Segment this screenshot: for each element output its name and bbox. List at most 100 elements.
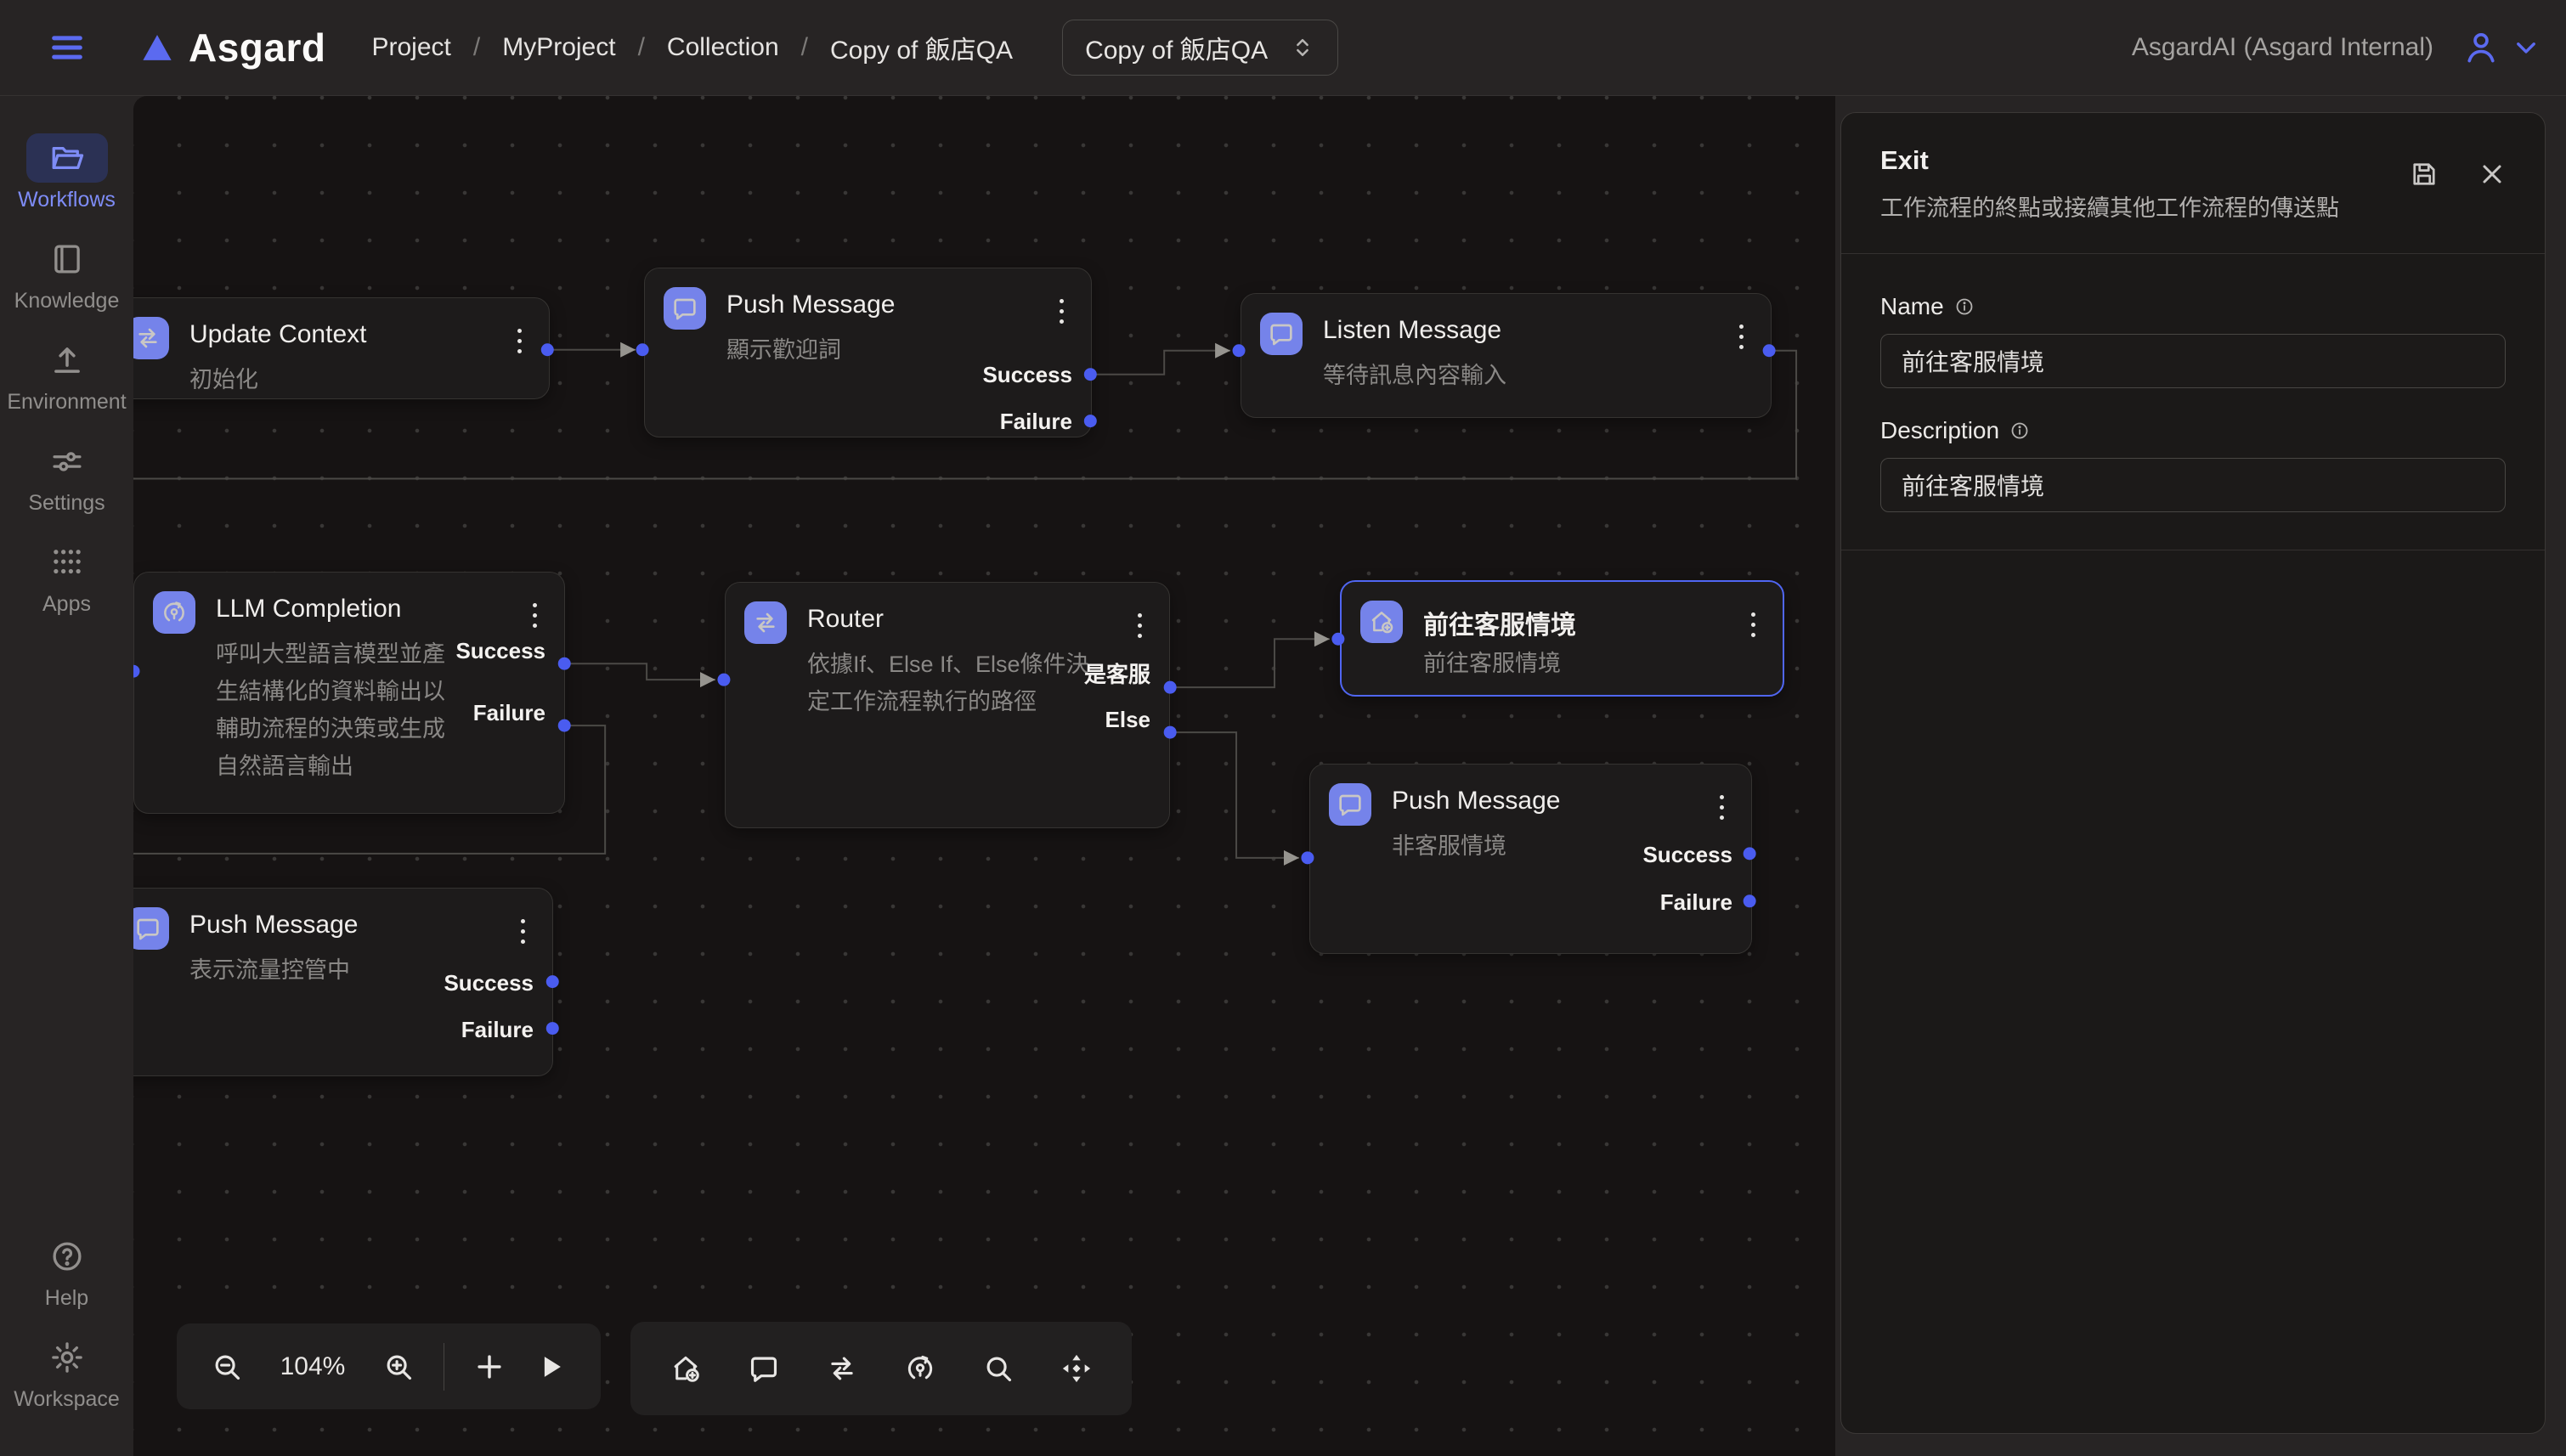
zoom-in-button[interactable]	[382, 1351, 415, 1383]
workflow-edge	[564, 663, 715, 680]
node-description: 顯示歡迎詞	[726, 331, 841, 369]
account-area: AsgardAI (Asgard Internal)	[2132, 29, 2541, 66]
kebab-menu-icon[interactable]	[514, 325, 525, 357]
description-field-group: Description	[1880, 417, 2506, 512]
zoom-level: 104%	[272, 1352, 353, 1381]
description-field-label: Description	[1880, 417, 1999, 444]
exit-icon	[670, 1352, 702, 1385]
breadcrumb-separator: /	[801, 33, 808, 62]
exit-icon	[1368, 608, 1395, 635]
edge-arrowhead	[1215, 343, 1230, 358]
info-icon[interactable]	[2009, 420, 2030, 441]
sidebar-item-workflows[interactable]: Workflows	[0, 133, 133, 212]
add-node-exit-button[interactable]	[670, 1352, 702, 1385]
sliders-icon	[49, 443, 85, 479]
save-icon[interactable]	[2409, 159, 2439, 189]
sidebar-item-knowledge[interactable]: Knowledge	[0, 234, 133, 313]
workflow-node-listen-message[interactable]: Listen Message 等待訊息內容輸入	[1241, 293, 1772, 418]
workflow-node-exit-to-service[interactable]: 前往客服情境 前往客服情境	[1340, 580, 1784, 697]
account-chevron-down-icon[interactable]	[2512, 33, 2541, 62]
panel-subtitle: 工作流程的終點或接續其他工作流程的傳送點	[1880, 189, 2339, 223]
node-title: Push Message	[1392, 787, 1560, 815]
zoom-out-icon	[211, 1351, 243, 1383]
workflow-edge	[1090, 351, 1230, 375]
workflow-node-push-message-throttle[interactable]: Push Message 表示流量控管中 SuccessFailure	[133, 888, 553, 1076]
add-node-message-button[interactable]	[748, 1352, 780, 1385]
gear-icon	[49, 1340, 85, 1375]
sidebar-item-settings[interactable]: Settings	[0, 437, 133, 516]
add-node-search-button[interactable]	[982, 1352, 1015, 1385]
transfer-icon	[826, 1352, 858, 1385]
sidebar-item-help[interactable]: Help	[0, 1232, 133, 1311]
panel-body: Name Description	[1841, 254, 2545, 550]
breadcrumb-separator: /	[473, 33, 480, 62]
kebab-menu-icon[interactable]	[1748, 609, 1759, 641]
add-node-transfer-button[interactable]	[826, 1352, 858, 1385]
sidebar-nav: Workflows Knowledge Environment Settings…	[0, 96, 133, 639]
edge-arrowhead	[700, 672, 715, 687]
node-icon-pill	[1260, 313, 1303, 355]
node-config-panel: Exit 工作流程的終點或接續其他工作流程的傳送點 Name Descripti…	[1840, 112, 2546, 1434]
name-input[interactable]	[1880, 334, 2506, 388]
output-port-label: Success	[444, 969, 534, 996]
close-icon[interactable]	[2477, 159, 2507, 189]
node-icon-pill	[133, 317, 169, 359]
zoom-out-button[interactable]	[211, 1351, 243, 1383]
llm-icon	[904, 1352, 936, 1385]
zoom-toolbar: 104%	[177, 1323, 601, 1409]
plus-icon	[473, 1351, 506, 1383]
breadcrumb-item[interactable]: MyProject	[502, 33, 615, 62]
sidebar-item-apps[interactable]: Apps	[0, 538, 133, 617]
workflow-node-update-context[interactable]: Update Context 初始化	[133, 297, 550, 399]
kebab-menu-icon[interactable]	[1736, 321, 1747, 353]
message-icon	[748, 1352, 780, 1385]
sidebar-item-workspace[interactable]: Workspace	[0, 1333, 133, 1412]
add-node-llm-button[interactable]	[904, 1352, 936, 1385]
book-icon	[49, 241, 85, 277]
workflow-canvas[interactable]: Update Context 初始化 Push Message 顯示歡迎詞 Su…	[133, 96, 1835, 1456]
kebab-menu-icon[interactable]	[529, 600, 540, 631]
sidebar-item-label: Environment	[7, 390, 126, 415]
node-toolbar	[630, 1322, 1132, 1415]
run-workflow-button[interactable]	[534, 1351, 567, 1383]
node-description: 表示流量控管中	[189, 951, 350, 989]
user-avatar-icon[interactable]	[2462, 29, 2500, 66]
breadcrumb-item[interactable]: Collection	[667, 33, 779, 62]
breadcrumb-item[interactable]: Copy of 飯店QA	[830, 29, 1013, 66]
output-port-label: Success	[982, 361, 1072, 388]
edge-arrowhead	[1314, 631, 1330, 646]
workflow-node-llm-completion[interactable]: LLM Completion 呼叫大型語言模型並產生結構化的資料輸出以輔助流程的…	[133, 572, 565, 814]
kebab-menu-icon[interactable]	[1716, 792, 1727, 823]
node-icon-pill	[744, 601, 787, 644]
add-node-move-button[interactable]	[1060, 1352, 1093, 1385]
workflow-node-router[interactable]: Router 依據If、Else If、Else條件決定工作流程執行的路徑 是客…	[725, 582, 1170, 828]
workflow-node-push-message-welcome[interactable]: Push Message 顯示歡迎詞 SuccessFailure	[644, 268, 1092, 437]
workflow-selector-dropdown[interactable]: Copy of 飯店QA	[1062, 20, 1338, 76]
kebab-menu-icon[interactable]	[1134, 610, 1145, 641]
node-title: LLM Completion	[216, 595, 401, 624]
add-button[interactable]	[473, 1351, 506, 1383]
description-input[interactable]	[1880, 458, 2506, 512]
breadcrumb-item[interactable]: Project	[371, 33, 450, 62]
sidebar-item-label: Settings	[28, 491, 105, 516]
sidebar-item-environment[interactable]: Environment	[0, 336, 133, 415]
info-icon[interactable]	[1954, 296, 1975, 317]
account-name: AsgardAI (Asgard Internal)	[2132, 33, 2433, 62]
kebab-menu-icon[interactable]	[517, 916, 528, 947]
message-icon	[1268, 320, 1295, 347]
hamburger-menu-icon[interactable]	[48, 28, 87, 67]
kebab-menu-icon[interactable]	[1056, 296, 1067, 327]
zoom-in-icon	[382, 1351, 415, 1383]
grid-dots-icon	[49, 545, 85, 580]
message-icon	[671, 295, 698, 322]
node-icon-pill	[133, 907, 169, 950]
chevron-updown-icon	[1290, 35, 1315, 60]
workflow-node-push-message-non-service[interactable]: Push Message 非客服情境 SuccessFailure	[1309, 764, 1752, 954]
sidebar-item-label: Apps	[42, 592, 91, 617]
node-title: 前往客服情境	[1423, 604, 1576, 641]
folder-open-icon	[49, 140, 85, 176]
app-root: Asgard Project/MyProject/Collection/Copy…	[0, 0, 2566, 1456]
node-icon-pill	[1329, 783, 1371, 826]
sidebar: Workflows Knowledge Environment Settings…	[0, 96, 133, 1456]
message-icon	[134, 915, 161, 942]
